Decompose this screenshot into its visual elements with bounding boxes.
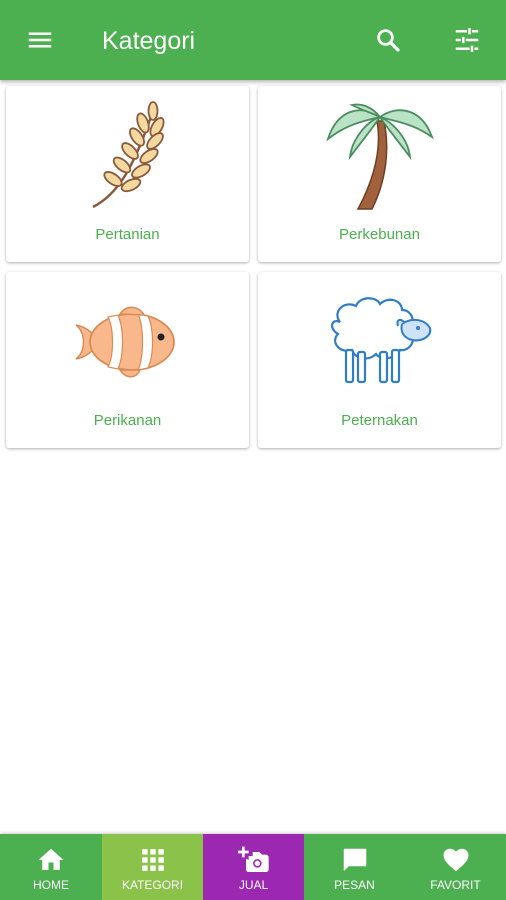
- nav-label: PESAN: [334, 878, 375, 892]
- tune-icon: [455, 28, 479, 52]
- wheat-icon: [91, 100, 165, 208]
- app-bar: Kategori: [0, 0, 506, 80]
- palm-tree-icon: [326, 103, 434, 210]
- menu-button[interactable]: [18, 18, 62, 62]
- category-label: Perkebunan: [339, 226, 420, 243]
- search-button[interactable]: [366, 18, 410, 62]
- nav-label: HOME: [33, 878, 69, 892]
- search-icon: [377, 29, 400, 52]
- nav-home[interactable]: HOME: [0, 834, 102, 900]
- sheep-icon: [331, 297, 432, 384]
- nav-label: KATEGORI: [121, 878, 184, 892]
- page-title: Kategori: [102, 27, 196, 55]
- menu-icon: [28, 32, 52, 48]
- nav-favorit[interactable]: FAVORIT: [405, 834, 506, 900]
- add-photo-icon: [237, 846, 269, 872]
- heart-icon: [443, 848, 468, 872]
- nav-jual[interactable]: JUAL: [203, 834, 304, 900]
- bottom-navigation: HOME KATEGORI JUAL PESAN FAVORIT: [0, 834, 506, 900]
- grid-icon: [141, 849, 164, 871]
- category-card-perikanan[interactable]: Perikanan: [6, 272, 249, 448]
- nav-kategori[interactable]: KATEGORI: [102, 834, 203, 900]
- nav-label: FAVORIT: [430, 878, 481, 892]
- category-label: Pertanian: [95, 226, 160, 243]
- nav-pesan[interactable]: PESAN: [304, 834, 405, 900]
- category-label: Perikanan: [93, 412, 162, 429]
- category-card-perkebunan[interactable]: Perkebunan: [258, 86, 501, 262]
- fish-icon: [75, 306, 175, 378]
- nav-label: JUAL: [238, 878, 269, 892]
- category-card-peternakan[interactable]: Peternakan: [258, 272, 501, 448]
- category-label: Peternakan: [341, 412, 418, 429]
- filter-button[interactable]: [445, 18, 489, 62]
- category-card-pertanian[interactable]: Pertanian: [6, 86, 249, 262]
- chat-icon: [343, 848, 366, 872]
- home-icon: [38, 848, 64, 870]
